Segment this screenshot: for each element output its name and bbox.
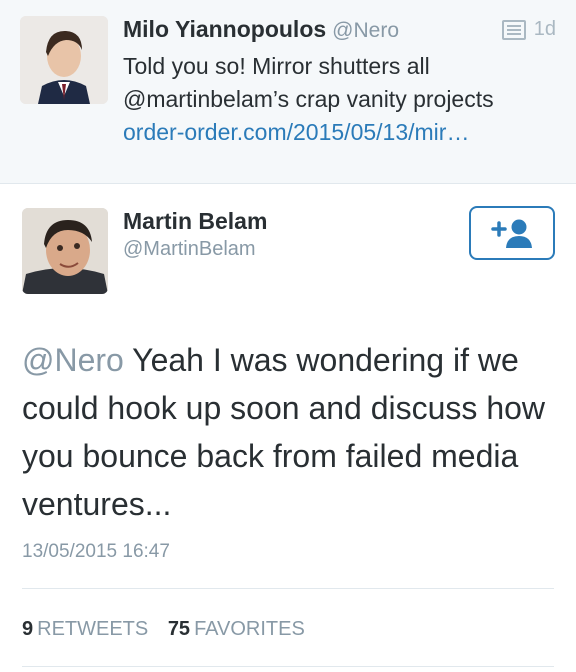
avatar[interactable]: [22, 208, 108, 294]
tweet-text-line: Told you so! Mirror shutters all: [123, 53, 430, 79]
retweets-label: RETWEETS: [37, 618, 149, 640]
favorites-count: 75: [167, 618, 191, 640]
favorites-stat[interactable]: 75 FAVORITES: [168, 618, 319, 640]
author-name[interactable]: Martin Belam: [123, 208, 267, 235]
timestamp[interactable]: 13/05/2015 16:47: [22, 541, 170, 563]
favorites-label: FAVORITES: [194, 618, 305, 640]
tweet-text-line: @martinbelam’s crap vanity projects: [123, 86, 494, 112]
add-user-icon: [491, 219, 532, 248]
tweet-meta: 1d: [501, 18, 556, 41]
relative-time: 1d: [533, 18, 556, 40]
tweet-link[interactable]: order-order.com/2015/05/13/mir…: [123, 116, 563, 149]
divider: [22, 666, 554, 667]
avatar-photo: [22, 208, 108, 294]
divider: [22, 588, 554, 589]
tweet-body: @Nero Yeah I was wondering if we could h…: [22, 336, 562, 528]
retweets-count: 9: [22, 618, 34, 640]
mention-link[interactable]: @Nero: [22, 342, 124, 378]
follow-button[interactable]: [469, 206, 555, 260]
avatar-photo: [20, 16, 108, 104]
summary-card-icon: [501, 19, 526, 40]
parent-tweet[interactable]: Milo Yiannopoulos @Nero 1d Told you so! M…: [0, 0, 576, 184]
avatar[interactable]: [20, 16, 108, 104]
author-handle[interactable]: @MartinBelam: [123, 238, 256, 261]
tweet-stats: 9 RETWEETS 75 FAVORITES: [22, 618, 319, 641]
author-name[interactable]: Milo Yiannopoulos @Nero: [123, 16, 399, 43]
tweet-body: Told you so! Mirror shutters all @martin…: [123, 50, 563, 149]
author-name-text[interactable]: Milo Yiannopoulos: [123, 16, 326, 42]
retweets-stat[interactable]: 9 RETWEETS: [22, 618, 168, 640]
author-handle[interactable]: @Nero: [332, 19, 399, 42]
